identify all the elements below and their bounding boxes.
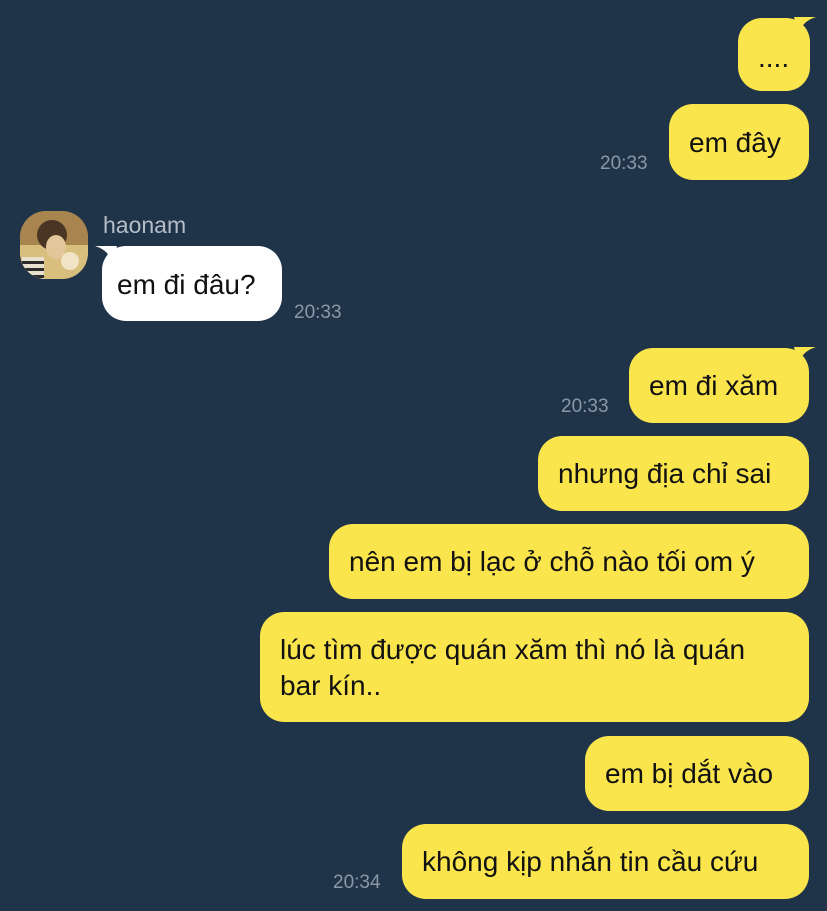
message-text: không kịp nhắn tin cầu cứu xyxy=(422,846,759,877)
message-bubble-outgoing[interactable]: em đây xyxy=(669,104,809,180)
message-text: nhưng địa chỉ sai xyxy=(558,458,772,489)
bubble-tail xyxy=(794,347,816,365)
message-text: em đi đâu? xyxy=(117,269,256,300)
message-bubble-outgoing[interactable]: em bị dắt vào xyxy=(585,736,809,811)
chat-view[interactable]: .... em đây 20:33 haonam em đi đâu? 20:3… xyxy=(0,0,827,911)
message-text: em đây xyxy=(689,127,781,158)
message-bubble-outgoing[interactable]: không kịp nhắn tin cầu cứu xyxy=(402,824,809,899)
message-bubble-outgoing[interactable]: lúc tìm được quán xăm thì nó là quán bar… xyxy=(260,612,809,722)
message-timestamp: 20:33 xyxy=(561,396,609,417)
bubble-tail xyxy=(95,246,117,264)
message-text: em bị dắt vào xyxy=(605,758,774,789)
message-text: .... xyxy=(758,42,790,73)
message-text-line-1: lúc tìm được quán xăm thì nó là quán xyxy=(280,634,746,665)
message-bubble-incoming[interactable]: em đi đâu? xyxy=(102,246,282,321)
message-timestamp: 20:33 xyxy=(294,302,342,323)
message-text: nên em bị lạc ở chỗ nào tối om ý xyxy=(349,546,755,577)
avatar-image xyxy=(20,211,88,279)
message-text-line-2: bar kín.. xyxy=(280,670,382,701)
message-timestamp: 20:33 xyxy=(600,153,648,174)
bubble-tail xyxy=(794,17,816,35)
message-text: em đi xăm xyxy=(649,370,779,401)
sender-name: haonam xyxy=(103,212,187,238)
contact-avatar[interactable] xyxy=(20,211,88,279)
message-bubble-outgoing[interactable]: nên em bị lạc ở chỗ nào tối om ý xyxy=(329,524,809,599)
message-bubble-outgoing[interactable]: em đi xăm xyxy=(629,348,809,423)
message-timestamp: 20:34 xyxy=(333,872,381,893)
message-bubble-outgoing[interactable]: nhưng địa chỉ sai xyxy=(538,436,809,511)
